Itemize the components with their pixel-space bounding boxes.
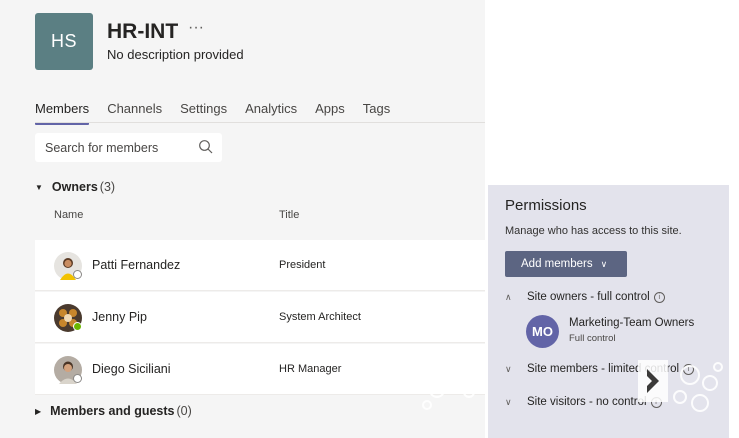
search-icon[interactable] bbox=[198, 139, 214, 155]
group-avatar: MO bbox=[526, 315, 559, 348]
add-members-button[interactable]: Add members ∨ bbox=[505, 251, 627, 277]
tab-bar: Members Channels Settings Analytics Apps… bbox=[35, 101, 390, 125]
chevron-down-icon: ∨ bbox=[505, 363, 512, 374]
presence-offline-icon bbox=[73, 374, 82, 383]
member-name: Jenny Pip bbox=[92, 310, 147, 324]
tab-tags[interactable]: Tags bbox=[363, 101, 390, 122]
team-avatar: HS bbox=[35, 13, 93, 70]
more-options-icon[interactable]: ··· bbox=[188, 19, 204, 37]
info-icon[interactable]: i bbox=[683, 363, 695, 375]
permissions-title: Permissions bbox=[505, 197, 587, 214]
group-role: Full control bbox=[569, 333, 616, 344]
chevron-down-icon: ∨ bbox=[600, 258, 608, 269]
chevron-up-icon: ∧ bbox=[505, 291, 512, 302]
member-row[interactable]: Patti Fernandez President bbox=[35, 240, 485, 291]
members-guests-count: (0) bbox=[176, 404, 192, 418]
tab-channels[interactable]: Channels bbox=[107, 101, 162, 122]
member-title: President bbox=[279, 259, 326, 271]
tab-divider bbox=[35, 122, 485, 123]
chevron-down-icon: ∨ bbox=[505, 396, 512, 407]
search-input[interactable] bbox=[45, 140, 195, 155]
tab-analytics[interactable]: Analytics bbox=[245, 101, 297, 122]
tab-apps[interactable]: Apps bbox=[315, 101, 345, 122]
member-title: HR Manager bbox=[279, 363, 342, 375]
team-manage-panel: HS HR-INT ··· No description provided Me… bbox=[0, 0, 485, 438]
column-header-title[interactable]: Title bbox=[279, 209, 299, 221]
members-guests-section-toggle[interactable]: ▶ Members and guests (0) bbox=[35, 404, 192, 418]
permissions-panel: Permissions Manage who has access to thi… bbox=[488, 185, 729, 438]
search-box bbox=[35, 133, 222, 162]
permissions-subtitle: Manage who has access to this site. bbox=[505, 225, 682, 237]
column-header-name[interactable]: Name bbox=[54, 209, 83, 221]
team-name: HR-INT bbox=[107, 20, 179, 43]
group-name: Marketing-Team Owners bbox=[569, 317, 695, 329]
owners-count: (3) bbox=[99, 180, 116, 194]
owners-section-toggle[interactable]: ▼ Owners (3) bbox=[35, 180, 115, 194]
site-owners-group[interactable]: ∧ Site owners - full control i bbox=[505, 291, 665, 303]
member-row[interactable]: Jenny Pip System Architect bbox=[35, 292, 485, 343]
member-title: System Architect bbox=[279, 311, 361, 323]
info-icon[interactable]: i bbox=[653, 291, 665, 303]
member-name: Patti Fernandez bbox=[92, 258, 181, 272]
presence-available-icon bbox=[73, 322, 82, 331]
tab-settings[interactable]: Settings bbox=[180, 101, 227, 122]
member-name: Diego Siciliani bbox=[92, 362, 171, 376]
chevron-right-icon bbox=[647, 369, 659, 393]
caret-down-icon: ▼ bbox=[35, 182, 43, 192]
owners-label: Owners bbox=[51, 180, 98, 194]
next-arrow-button[interactable] bbox=[638, 360, 668, 402]
member-row[interactable]: Diego Siciliani HR Manager bbox=[35, 344, 485, 395]
tab-members[interactable]: Members bbox=[35, 101, 90, 125]
site-visitors-label: Site visitors - no control bbox=[527, 396, 647, 408]
members-guests-label: Members and guests bbox=[50, 404, 175, 418]
site-owners-label: Site owners - full control bbox=[527, 291, 650, 303]
presence-offline-icon bbox=[73, 270, 82, 279]
add-members-label: Add members bbox=[521, 258, 593, 270]
team-description: No description provided bbox=[107, 47, 244, 62]
caret-right-icon: ▶ bbox=[35, 406, 42, 416]
